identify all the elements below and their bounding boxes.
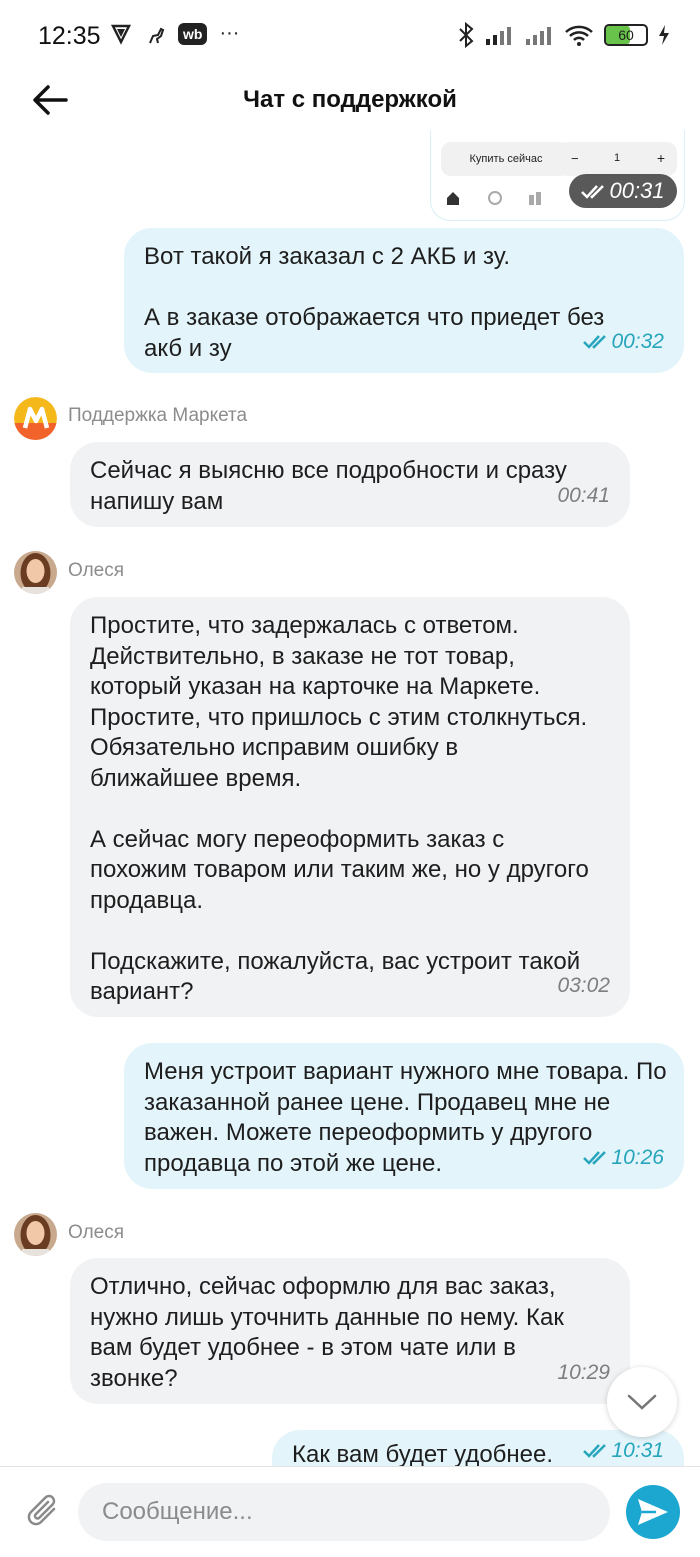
screenshot-home-icon xyxy=(447,192,459,205)
chevron-down-icon xyxy=(627,1394,657,1410)
avatar xyxy=(14,1213,57,1256)
message-time: 10:29 xyxy=(557,1360,610,1384)
send-icon xyxy=(638,1499,668,1525)
wildberries-icon: wb xyxy=(178,22,208,45)
system-icons: 60 xyxy=(458,22,670,48)
more-notifications-icon: ··· xyxy=(219,22,240,44)
image-message[interactable]: ··· Купить сейчас − 1 + 00:31 xyxy=(430,130,685,221)
message-time: 03:02 xyxy=(557,973,610,997)
status-bar: 12:35 wb ··· 60 xyxy=(0,0,700,70)
charging-icon xyxy=(659,25,669,45)
message-text: Вот такой я заказал с 2 АКБ и зу. А в за… xyxy=(144,243,605,362)
ostrich-icon xyxy=(149,27,165,43)
message-text: Отлично, сейчас оформлю для вас заказ, н… xyxy=(90,1273,571,1392)
double-check-icon xyxy=(583,335,607,349)
message-list[interactable]: ··· Купить сейчас − 1 + 00:31 Вот такой … xyxy=(0,130,700,1466)
page-title: Чат с поддержкой xyxy=(243,86,457,113)
message-composer xyxy=(0,1466,700,1557)
signal-icon xyxy=(486,27,511,45)
double-check-icon xyxy=(583,1151,607,1165)
outgoing-message[interactable]: Меня устроит вариант нужного мне товара.… xyxy=(124,1043,684,1189)
vpn-shield-icon xyxy=(110,24,132,45)
incoming-message[interactable]: Простите, что задержалась с ответом. Дей… xyxy=(70,597,630,1017)
sender-name: Олеся xyxy=(68,560,125,581)
outgoing-message[interactable]: Вот такой я заказал с 2 АКБ и зу. А в за… xyxy=(124,228,684,373)
attach-button[interactable] xyxy=(26,1491,62,1531)
double-check-icon xyxy=(581,185,605,199)
market-logo-icon xyxy=(14,397,57,440)
battery-icon: 60 xyxy=(604,24,648,46)
status-time: 12:35 xyxy=(38,22,101,50)
screenshot-quantity-stepper: − 1 + xyxy=(559,142,677,176)
avatar xyxy=(14,551,57,594)
wifi-icon xyxy=(565,25,593,46)
message-time: 10:31 xyxy=(583,1436,664,1467)
paperclip-icon xyxy=(27,1494,56,1526)
message-text: Простите, что задержалась с ответом. Дей… xyxy=(90,612,589,1005)
signal-2-icon xyxy=(526,27,551,45)
image-message-caption: ··· xyxy=(451,130,460,134)
incoming-message[interactable]: Отлично, сейчас оформлю для вас заказ, н… xyxy=(70,1258,630,1404)
outgoing-message[interactable]: Как вам будет удобнее. 10:31 xyxy=(272,1430,684,1466)
image-message-time: 00:31 xyxy=(569,174,677,208)
message-time: 00:32 xyxy=(583,327,664,358)
screenshot-circle-icon xyxy=(488,191,502,205)
chat-header: Чат с поддержкой xyxy=(0,70,700,130)
notification-icons: wb ··· xyxy=(110,22,239,45)
message-time: 10:26 xyxy=(583,1143,664,1174)
bluetooth-icon xyxy=(459,22,474,48)
message-time: 00:41 xyxy=(557,483,610,507)
message-input[interactable] xyxy=(78,1483,610,1541)
sender-name: Олеся xyxy=(68,1222,125,1243)
scroll-to-bottom-button[interactable] xyxy=(607,1367,677,1437)
send-button[interactable] xyxy=(626,1485,680,1539)
screenshot-buy-button: Купить сейчас xyxy=(441,142,571,176)
message-text: Сейчас я выясню все подробности и сразу … xyxy=(90,457,574,515)
double-check-icon xyxy=(583,1444,607,1458)
incoming-message[interactable]: Сейчас я выясню все подробности и сразу … xyxy=(70,442,630,527)
screenshot-cart-icon xyxy=(529,192,541,205)
sender-name: Поддержка Маркета xyxy=(68,405,248,426)
